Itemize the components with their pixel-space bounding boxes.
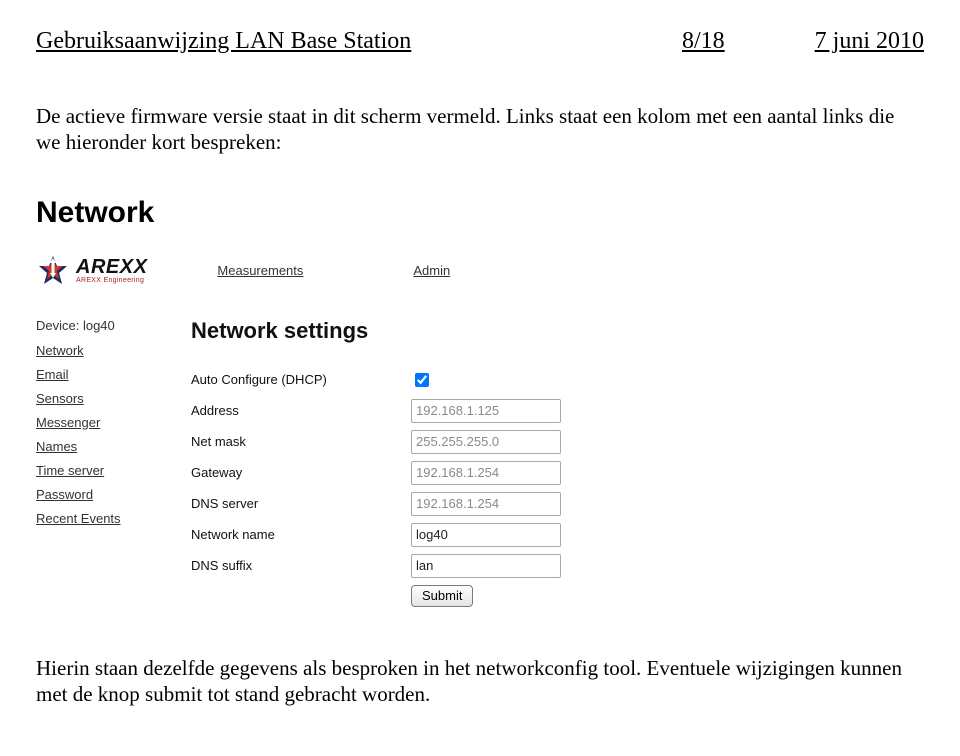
sidebar-item-network[interactable]: Network [36,343,191,358]
logo-subtitle: AREXX Engineering [76,277,147,284]
device-label: Device: log40 [36,318,191,333]
sidebar-item-messenger[interactable]: Messenger [36,415,191,430]
sidebar-item-names[interactable]: Names [36,439,191,454]
suffix-input[interactable] [411,554,561,578]
label-dns: DNS server [191,496,411,511]
top-nav: AREXX AREXX Engineering Measurements Adm… [36,248,746,294]
page-number: 8/18 [682,28,725,55]
sidebar-item-email[interactable]: Email [36,367,191,382]
sidebar-item-sensors[interactable]: Sensors [36,391,191,406]
row-submit: Submit [411,585,746,607]
submit-button[interactable]: Submit [411,585,473,607]
sidebar: Device: log40 Network Email Sensors Mess… [36,318,191,607]
row-dns: DNS server [191,492,746,516]
page-header: Gebruiksaanwijzing LAN Base Station 8/18… [36,28,924,55]
sidebar-item-time-server[interactable]: Time server [36,463,191,478]
doc-date: 7 juni 2010 [815,28,924,55]
label-netmask: Net mask [191,434,411,449]
row-name: Network name [191,523,746,547]
panel-body: Device: log40 Network Email Sensors Mess… [36,318,746,607]
netmask-input[interactable] [411,430,561,454]
logo-text: AREXX AREXX Engineering [76,257,147,284]
logo-icon [36,254,70,288]
dns-input[interactable] [411,492,561,516]
label-name: Network name [191,527,411,542]
doc-title: Gebruiksaanwijzing LAN Base Station [36,28,411,55]
main-settings: Network settings Auto Configure (DHCP) A… [191,318,746,607]
nav-admin[interactable]: Admin [413,263,450,278]
arexx-logo: AREXX AREXX Engineering [36,254,147,288]
label-gateway: Gateway [191,465,411,480]
gateway-input[interactable] [411,461,561,485]
sidebar-item-password[interactable]: Password [36,487,191,502]
row-address: Address [191,399,746,423]
settings-title: Network settings [191,318,746,344]
screenshot-panel: AREXX AREXX Engineering Measurements Adm… [36,248,746,607]
dhcp-checkbox[interactable] [415,373,429,387]
row-dhcp: Auto Configure (DHCP) [191,368,746,392]
name-input[interactable] [411,523,561,547]
logo-brand: AREXX [76,257,147,277]
label-dhcp: Auto Configure (DHCP) [191,372,411,387]
label-address: Address [191,403,411,418]
row-gateway: Gateway [191,461,746,485]
intro-paragraph: De actieve firmware versie staat in dit … [36,103,924,156]
label-suffix: DNS suffix [191,558,411,573]
section-heading: Network [36,196,924,230]
outro-paragraph: Hierin staan dezelfde gegevens als bespr… [36,655,924,708]
row-suffix: DNS suffix [191,554,746,578]
row-netmask: Net mask [191,430,746,454]
sidebar-item-recent-events[interactable]: Recent Events [36,511,191,526]
address-input[interactable] [411,399,561,423]
nav-measurements[interactable]: Measurements [217,263,303,278]
